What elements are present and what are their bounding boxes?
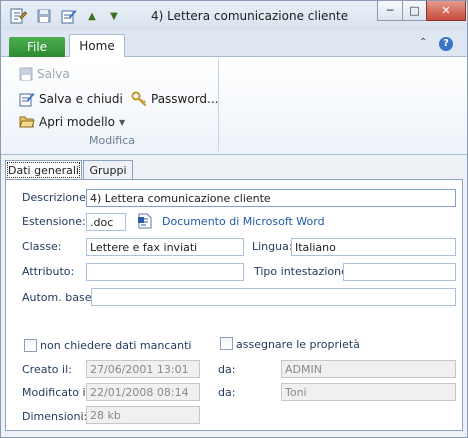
ribbon-group-modifica: Salva Salva e chiudi Password... Apri mo… [5,59,219,151]
general-data-panel: Descrizione: 4) Lettera comunicazione cl… [5,179,463,431]
lingua-label: Lingua: [252,240,293,253]
help-icon[interactable]: ? [439,37,453,51]
save-button[interactable]: Salva [19,67,70,81]
save-icon [19,67,33,81]
non-chiedere-label: non chiedere dati mancanti [40,339,192,352]
close-button[interactable]: ✕ [426,1,466,21]
ribbon-tab-row: File Home ⌃ ? [1,31,467,58]
move-up-icon[interactable]: ▲ [85,7,99,25]
save-and-close-icon[interactable] [59,7,79,25]
estensione-label: Estensione: [22,215,86,228]
attributo-label: Attributo: [22,265,75,278]
dimensioni-label: Dimensioni: [22,410,88,423]
ribbon: Salva Salva e chiudi Password... Apri mo… [1,57,467,155]
tipo-intestazione-label: Tipo intestazione: [254,265,352,278]
save-close-button[interactable]: Salva e chiudi [19,91,123,107]
ribbon-group-label: Modifica [89,134,135,147]
descrizione-field[interactable]: 4) Lettera comunicazione cliente [86,189,456,207]
creato-field: 27/06/2001 13:01 [86,360,200,378]
creato-label: Creato il: [22,363,72,376]
dropdown-arrow-icon: ▼ [118,117,126,127]
ribbon-collapse-icon[interactable]: ⌃ [419,37,427,48]
tab-file[interactable]: File [9,37,65,57]
title-bar: ▲ ▼ 4) Lettera comunicazione cliente ─ □… [1,1,467,31]
creato-da-label: da: [218,363,236,376]
save-and-close-icon [19,93,35,107]
password-button[interactable]: Password... [131,91,219,107]
creato-da-field: ADMIN [281,360,456,378]
key-icon [131,91,147,107]
autom-base-label: Autom. base: [22,291,96,304]
non-chiedere-checkbox[interactable] [24,339,37,352]
file-type-link[interactable]: Documento di Microsoft Word [162,215,325,228]
descrizione-label: Descrizione: [22,191,90,204]
properties-window: ▲ ▼ 4) Lettera comunicazione cliente ─ □… [0,0,468,438]
tab-home[interactable]: Home [69,34,125,58]
lingua-field[interactable]: Italiano [291,238,456,256]
word-document-icon [138,213,152,229]
save-icon[interactable] [35,7,53,25]
folder-open-icon [19,116,35,128]
modificato-field: 22/01/2008 08:14 [86,383,200,401]
modificato-da-label: da: [218,386,236,399]
maximize-button[interactable]: □ [402,1,427,21]
window-title: 4) Lettera comunicazione cliente [151,9,349,23]
app-icon[interactable] [7,7,29,25]
move-down-icon[interactable]: ▼ [107,7,121,25]
classe-field[interactable]: Lettere e fax inviati [86,238,244,256]
dimensioni-field: 28 kb [86,406,200,424]
modificato-da-field: Toni [281,383,456,401]
tab-dati-generali[interactable]: Dati generali [5,160,82,180]
assegnare-label: assegnare le proprietà [236,338,360,351]
tipo-intestazione-field[interactable] [343,263,456,281]
estensione-field[interactable]: .doc [86,213,126,231]
open-model-button[interactable]: Apri modello ▼ [19,115,125,129]
assegnare-checkbox[interactable] [220,337,233,350]
modificato-label: Modificato il: [22,386,93,399]
attributo-field[interactable] [86,263,244,281]
tab-gruppi[interactable]: Gruppi [83,160,133,179]
minimize-button[interactable]: ─ [377,1,403,21]
classe-label: Classe: [22,240,62,253]
autom-base-field[interactable] [91,288,456,306]
